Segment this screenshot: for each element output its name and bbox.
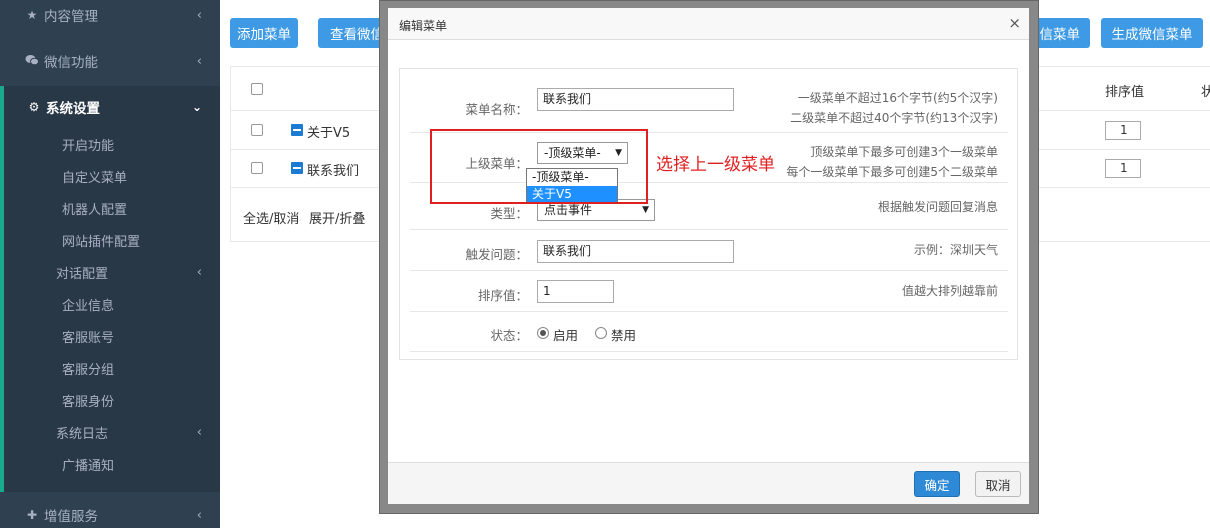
header-status: 状 xyxy=(1201,85,1210,100)
expand-collapse-link[interactable]: 展开/折叠 xyxy=(309,208,365,227)
sidebar-item-robot-config[interactable]: 机器人配置 xyxy=(4,192,220,224)
name-hint: 一级菜单不超过16个字节(约5个汉字) 二级菜单不超过40个字节(约13个汉字) xyxy=(790,91,998,125)
ok-button[interactable]: 确定 xyxy=(914,471,960,497)
chevron-down-icon: ⌄ xyxy=(191,100,202,114)
form-row-status: 状态： 启用 禁用 xyxy=(410,312,1008,352)
type-hint: 根据触发问题回复消息 xyxy=(877,200,998,214)
status-disabled-label: 禁用 xyxy=(611,328,637,343)
menu-name-input[interactable]: 联系我们 xyxy=(537,88,734,111)
cancel-button[interactable]: 取消 xyxy=(975,471,1021,497)
sidebar-item-agent-accounts[interactable]: 客服账号 xyxy=(4,320,220,352)
trigger-question-input[interactable]: 联系我们 xyxy=(537,240,734,263)
chevron-left-icon: ‹ xyxy=(196,7,202,23)
parent-hint: 顶级菜单下最多可创建3个一级菜单 每个一级菜单下最多可创建5个二级菜单 xyxy=(786,145,998,179)
sidebar: ★ 内容管理 ‹ 微信功能 ‹ ⚙ 系统设置 ⌄ 开启功能 自定义菜单 机器人配… xyxy=(0,0,220,528)
trigger-hint: 示例：深圳天气 xyxy=(913,243,998,257)
form-row-name: 菜单名称： 联系我们 一级菜单不超过16个字节(约5个汉字) 二级菜单不超过40… xyxy=(410,69,1008,133)
name-label: 菜单名称： xyxy=(465,102,528,117)
row-sort-input[interactable]: 1 xyxy=(1105,159,1141,178)
form-row-sort: 排序值： 1 值越大排列越靠前 xyxy=(410,271,1008,312)
modal-header: 编辑菜单 × xyxy=(388,8,1029,40)
row-sort-input[interactable]: 1 xyxy=(1105,121,1141,140)
annotation-box xyxy=(430,129,648,204)
collapse-icon[interactable] xyxy=(291,124,303,136)
close-icon[interactable]: × xyxy=(1008,14,1021,32)
chevron-left-icon: ‹ xyxy=(196,424,202,440)
sidebar-item-custom-menu[interactable]: 自定义菜单 xyxy=(4,160,220,192)
select-all-link[interactable]: 全选/取消 xyxy=(243,208,299,227)
generate-wechat-menu-button[interactable]: 生成微信菜单 xyxy=(1101,18,1203,48)
sidebar-item-system[interactable]: ⚙ 系统设置 ⌄ xyxy=(4,86,220,128)
sort-value-input[interactable]: 1 xyxy=(537,280,614,303)
sidebar-item-value-added[interactable]: ✚ 增值服务 ‹ xyxy=(0,492,220,528)
menu-form: 菜单名称： 联系我们 一级菜单不超过16个字节(约5个汉字) 二级菜单不超过40… xyxy=(399,68,1018,360)
status-label: 状态： xyxy=(490,328,528,343)
plus-icon: ✚ xyxy=(26,508,38,522)
sidebar-item-company-info[interactable]: 企业信息 xyxy=(4,288,220,320)
select-all-checkbox[interactable] xyxy=(251,83,263,95)
wechat-icon xyxy=(24,54,40,69)
row-checkbox[interactable] xyxy=(251,162,263,174)
annotation-note: 选择上一级菜单 xyxy=(656,155,775,175)
sidebar-item-content-mgmt[interactable]: ★ 内容管理 ‹ xyxy=(0,0,220,38)
chevron-left-icon: ‹ xyxy=(196,53,202,69)
row-name: 关于V5 xyxy=(307,126,351,141)
sidebar-item-agent-identity[interactable]: 客服身份 xyxy=(4,384,220,416)
form-row-trigger: 触发问题： 联系我们 示例：深圳天气 xyxy=(410,230,1008,271)
sidebar-group-system: ⚙ 系统设置 ⌄ 开启功能 自定义菜单 机器人配置 网站插件配置 对话配置 ‹ … xyxy=(0,86,220,492)
status-enabled-radio[interactable] xyxy=(537,327,549,339)
type-label: 类型： xyxy=(490,206,528,221)
add-menu-button[interactable]: 添加菜单 xyxy=(230,18,298,48)
chevron-left-icon: ‹ xyxy=(196,507,202,523)
status-disabled-radio[interactable] xyxy=(595,327,607,339)
row-checkbox[interactable] xyxy=(251,124,263,136)
sidebar-item-broadcast[interactable]: 广播通知 xyxy=(4,448,220,480)
star-icon: ★ xyxy=(26,8,38,22)
modal-body: 菜单名称： 联系我们 一级菜单不超过16个字节(约5个汉字) 二级菜单不超过40… xyxy=(388,40,1029,462)
sidebar-item-enable-features[interactable]: 开启功能 xyxy=(4,128,220,160)
modal-title: 编辑菜单 xyxy=(399,19,448,33)
sort-label: 排序值： xyxy=(477,288,528,303)
sidebar-item-dialog-config[interactable]: 对话配置 ‹ xyxy=(4,256,220,288)
sidebar-item-wechat[interactable]: 微信功能 ‹ xyxy=(0,38,220,84)
header-sort: 排序值 xyxy=(1105,85,1145,100)
sort-hint: 值越大排列越靠前 xyxy=(901,284,998,298)
row-name: 联系我们 xyxy=(307,164,360,179)
gear-icon: ⚙ xyxy=(28,100,40,114)
trigger-label: 触发问题： xyxy=(465,247,528,262)
collapse-icon[interactable] xyxy=(291,162,303,174)
sidebar-item-site-plugin[interactable]: 网站插件配置 xyxy=(4,224,220,256)
chevron-left-icon: ‹ xyxy=(196,264,202,280)
sidebar-item-system-log[interactable]: 系统日志 ‹ xyxy=(4,416,220,448)
status-enabled-label: 启用 xyxy=(553,328,579,343)
sidebar-item-agent-groups[interactable]: 客服分组 xyxy=(4,352,220,384)
